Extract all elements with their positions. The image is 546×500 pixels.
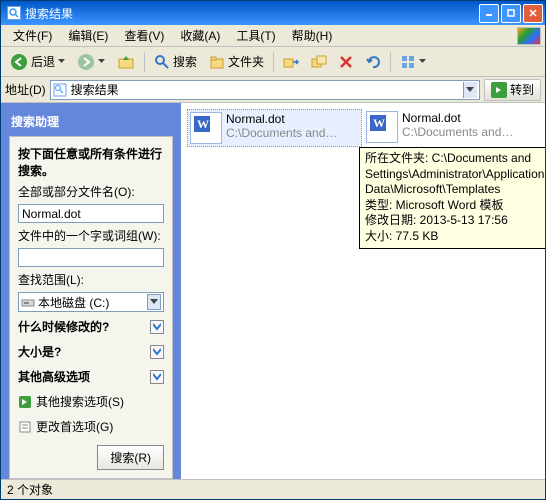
file-name: Normal.dot — [402, 111, 513, 125]
back-icon — [10, 53, 28, 71]
address-combo[interactable]: 搜索结果 — [50, 80, 480, 100]
dropdown-icon — [147, 294, 161, 310]
move-icon — [283, 54, 299, 70]
file-list: Normal.dot C:\Documents and… Normal.dot … — [181, 103, 545, 153]
drive-icon — [21, 295, 35, 309]
lookin-label: 查找范围(L): — [18, 271, 164, 288]
close-button[interactable] — [523, 4, 543, 23]
word-doc-icon — [190, 112, 222, 144]
minimize-button[interactable] — [479, 4, 499, 23]
file-item[interactable]: Normal.dot C:\Documents and… — [364, 109, 539, 147]
move-to-button[interactable] — [278, 50, 304, 74]
menu-help[interactable]: 帮助(H) — [284, 25, 341, 46]
address-dropdown-icon[interactable] — [463, 82, 477, 98]
dropdown-icon — [58, 58, 65, 65]
dropdown-icon — [98, 58, 105, 65]
content: 搜索助理 按下面任意或所有条件进行搜索。 全部或部分文件名(O): 文件中的一个… — [1, 103, 545, 479]
results-pane[interactable]: Normal.dot C:\Documents and… Normal.dot … — [181, 103, 545, 479]
change-prefs-link[interactable]: 更改首选项(G) — [18, 416, 164, 437]
content-label: 文件中的一个字或词组(W): — [18, 227, 164, 244]
views-icon — [400, 54, 416, 70]
folder-up-icon — [117, 53, 135, 71]
chevron-down-icon — [150, 345, 164, 359]
delete-button[interactable] — [334, 50, 358, 74]
app-icon — [7, 6, 21, 20]
status-text: 2 个对象 — [7, 481, 53, 498]
menu-file[interactable]: 文件(F) — [5, 25, 60, 46]
tooltip: 所在文件夹: C:\Documents and Settings\Adminis… — [359, 147, 545, 249]
content-input[interactable] — [18, 248, 164, 267]
titlebar[interactable]: 搜索结果 — [1, 1, 545, 25]
search-icon — [154, 54, 170, 70]
menu-edit[interactable]: 编辑(E) — [60, 25, 116, 46]
filename-input[interactable] — [18, 204, 164, 223]
file-path: C:\Documents and… — [226, 126, 337, 140]
other-search-link[interactable]: 其他搜索选项(S) — [18, 391, 164, 412]
menubar: 文件(F) 编辑(E) 查看(V) 收藏(A) 工具(T) 帮助(H) — [1, 25, 545, 47]
maximize-button[interactable] — [501, 4, 521, 23]
window: 搜索结果 文件(F) 编辑(E) 查看(V) 收藏(A) 工具(T) 帮助(H)… — [0, 0, 546, 500]
filename-label: 全部或部分文件名(O): — [18, 183, 164, 200]
delete-icon — [339, 55, 353, 69]
up-button[interactable] — [112, 50, 140, 74]
undo-icon — [365, 54, 381, 70]
search-button[interactable]: 搜索(R) — [97, 445, 164, 470]
windows-logo-icon — [517, 27, 541, 45]
separator — [390, 52, 391, 72]
file-name: Normal.dot — [226, 112, 337, 126]
forward-button[interactable] — [72, 50, 110, 74]
search-prompt: 按下面任意或所有条件进行搜索。 — [18, 145, 164, 179]
window-title: 搜索结果 — [25, 5, 73, 22]
search-button[interactable]: 搜索 — [149, 50, 202, 74]
word-doc-icon — [366, 111, 398, 143]
search-panel: 按下面任意或所有条件进行搜索。 全部或部分文件名(O): 文件中的一个字或词组(… — [9, 136, 173, 479]
folders-icon — [209, 54, 225, 70]
menu-view[interactable]: 查看(V) — [116, 25, 172, 46]
statusbar: 2 个对象 — [1, 479, 545, 499]
chevron-down-icon — [150, 370, 164, 384]
search-sidebar: 搜索助理 按下面任意或所有条件进行搜索。 全部或部分文件名(O): 文件中的一个… — [1, 103, 181, 479]
what-size-expander[interactable]: 大小是? — [18, 341, 164, 362]
separator — [273, 52, 274, 72]
toolbar: 后退 搜索 文件夹 — [1, 47, 545, 77]
menu-tools[interactable]: 工具(T) — [228, 25, 283, 46]
file-item[interactable]: Normal.dot C:\Documents and… — [187, 109, 362, 147]
undo-button[interactable] — [360, 50, 386, 74]
views-button[interactable] — [395, 50, 431, 74]
forward-icon — [77, 53, 95, 71]
chevron-down-icon — [150, 320, 164, 334]
address-icon — [53, 83, 67, 97]
addressbar: 地址(D) 搜索结果 转到 — [1, 77, 545, 103]
when-modified-expander[interactable]: 什么时候修改的? — [18, 316, 164, 337]
separator — [144, 52, 145, 72]
folders-button[interactable]: 文件夹 — [204, 50, 269, 74]
back-button[interactable]: 后退 — [5, 50, 70, 74]
copy-to-button[interactable] — [306, 50, 332, 74]
more-options-expander[interactable]: 其他高级选项 — [18, 366, 164, 387]
sidebar-header: 搜索助理 — [9, 111, 173, 136]
go-arrow-icon — [491, 82, 507, 98]
copy-icon — [311, 54, 327, 70]
go-button[interactable]: 转到 — [484, 79, 541, 101]
preferences-icon — [18, 420, 32, 434]
menu-favorites[interactable]: 收藏(A) — [172, 25, 228, 46]
file-path: C:\Documents and… — [402, 125, 513, 139]
address-value: 搜索结果 — [71, 81, 463, 98]
arrow-right-icon — [18, 395, 32, 409]
dropdown-icon — [419, 58, 426, 65]
lookin-select[interactable]: 本地磁盘 (C:) — [18, 292, 164, 312]
address-label: 地址(D) — [5, 81, 46, 98]
